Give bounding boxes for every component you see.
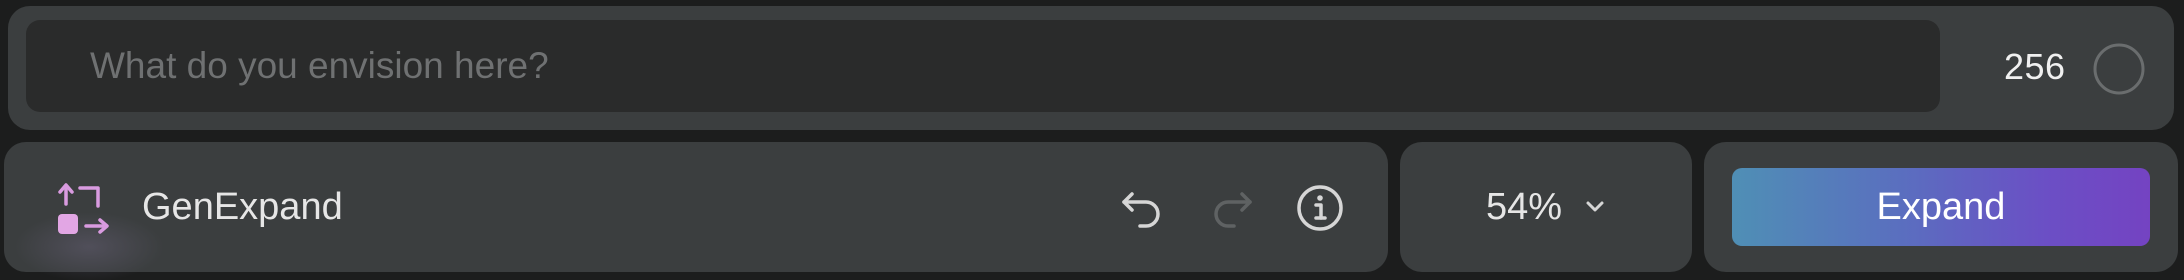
redo-button[interactable] bbox=[1204, 180, 1260, 236]
info-button[interactable] bbox=[1292, 180, 1348, 236]
zoom-panel: 54% bbox=[1400, 142, 1692, 272]
info-icon bbox=[1297, 185, 1343, 231]
character-count: 256 bbox=[2004, 46, 2066, 87]
expand-button[interactable]: Expand bbox=[1732, 168, 2150, 246]
action-panel: Expand bbox=[1704, 142, 2178, 272]
tool-name: GenExpand bbox=[142, 186, 343, 228]
zoom-select[interactable]: 54% bbox=[1400, 142, 1692, 272]
chevron-down-icon bbox=[1586, 201, 1604, 212]
prompt-bar: 256 bbox=[8, 6, 2174, 130]
expand-button-label: Expand bbox=[1876, 185, 2006, 228]
character-limit-ring-icon bbox=[2093, 43, 2145, 95]
undo-button[interactable] bbox=[1114, 180, 1170, 236]
redo-icon bbox=[1214, 192, 1252, 228]
undo-icon bbox=[1122, 192, 1160, 228]
prompt-input[interactable] bbox=[26, 20, 1940, 112]
prompt-input-container[interactable] bbox=[26, 20, 1940, 112]
zoom-value: 54% bbox=[1485, 185, 1563, 228]
gen-expand-toolbar: 256 GenExpand bbox=[0, 0, 2184, 280]
gen-expand-icon bbox=[58, 183, 109, 234]
tool-panel: GenExpand bbox=[4, 142, 1388, 280]
